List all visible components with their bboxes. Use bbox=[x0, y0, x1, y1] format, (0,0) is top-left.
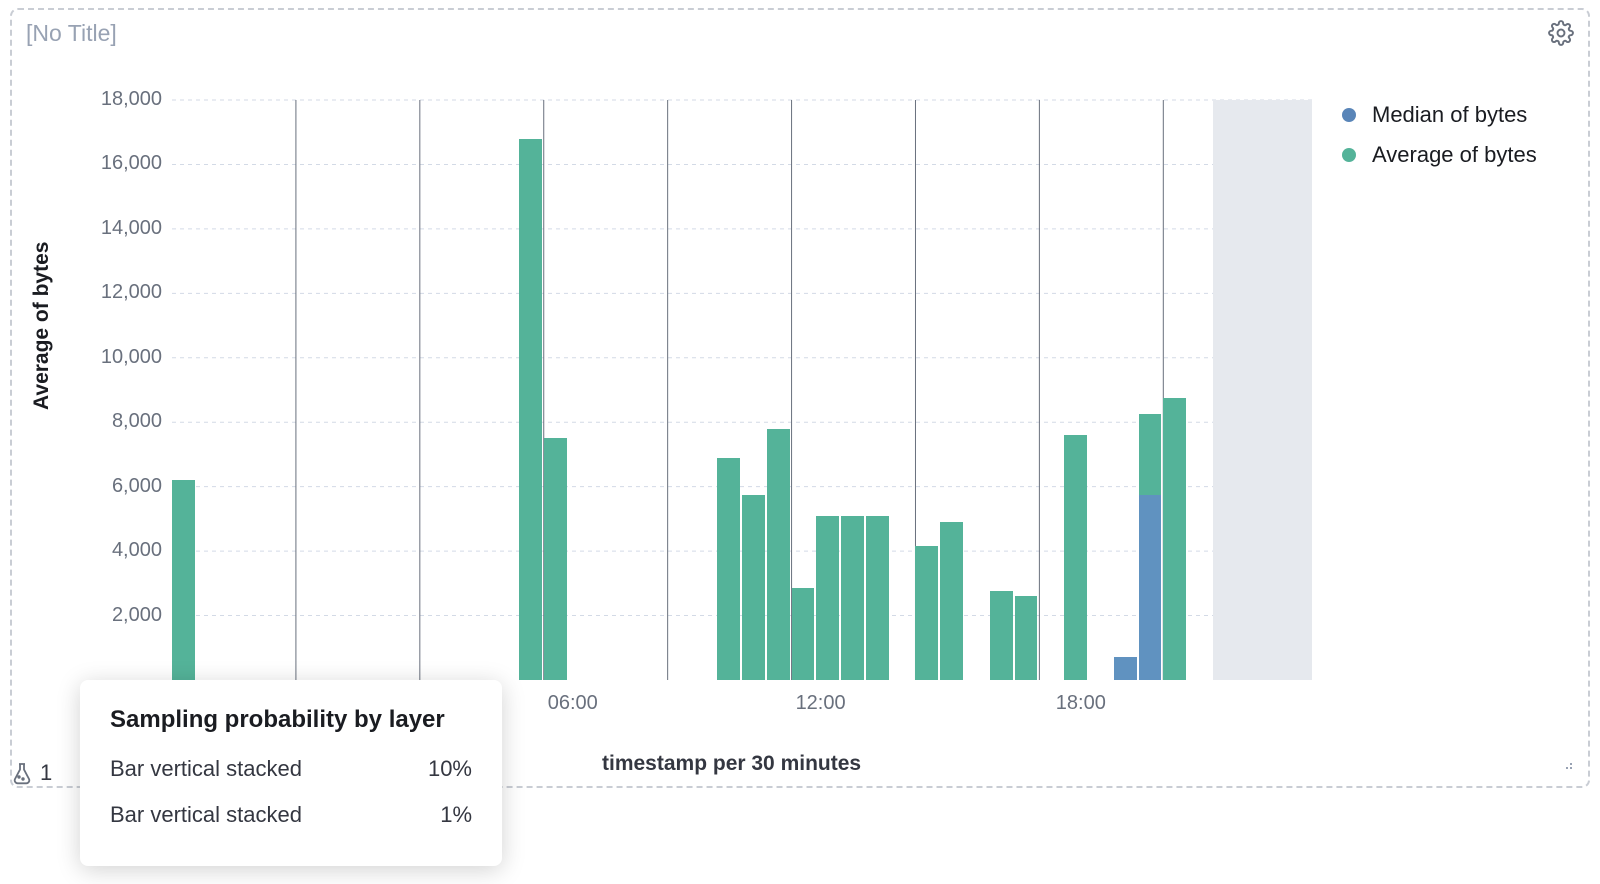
popover-row-label: Bar vertical stacked bbox=[110, 802, 302, 828]
bar-average[interactable] bbox=[742, 495, 765, 680]
gear-icon[interactable] bbox=[1548, 20, 1574, 51]
bar-average[interactable] bbox=[866, 516, 889, 680]
bar-average[interactable] bbox=[990, 591, 1013, 680]
legend-swatch-blue bbox=[1342, 108, 1356, 122]
y-tick: 8,000 bbox=[82, 410, 162, 433]
bar-median[interactable] bbox=[1139, 495, 1162, 680]
y-tick: 4,000 bbox=[82, 539, 162, 562]
y-tick: 2,000 bbox=[82, 604, 162, 627]
popover-title: Sampling probability by layer bbox=[110, 706, 472, 734]
bar-average[interactable] bbox=[519, 139, 542, 680]
chart-legend: Median of bytes Average of bytes bbox=[1342, 102, 1537, 182]
popover-row-value: 1% bbox=[440, 802, 472, 828]
bar-average[interactable] bbox=[841, 516, 864, 680]
beaker-icon bbox=[10, 761, 34, 785]
legend-item-median[interactable]: Median of bytes bbox=[1342, 102, 1537, 128]
bar-average[interactable] bbox=[544, 438, 567, 680]
bar-median[interactable] bbox=[1114, 657, 1137, 680]
bar-average[interactable] bbox=[792, 588, 815, 680]
panel-title: [No Title] bbox=[26, 20, 117, 47]
bar-average[interactable] bbox=[1139, 414, 1162, 495]
x-axis-label: timestamp per 30 minutes bbox=[602, 752, 861, 776]
popover-row: Bar vertical stacked 1% bbox=[110, 802, 472, 828]
chart-end-cap bbox=[1213, 100, 1312, 680]
legend-swatch-green bbox=[1342, 148, 1356, 162]
popover-row-value: 10% bbox=[428, 756, 472, 782]
x-tick: 06:00 bbox=[548, 692, 598, 715]
visualization-panel: [No Title] Average of bytes timestamp pe… bbox=[10, 8, 1590, 788]
bar-average[interactable] bbox=[717, 458, 740, 680]
sampling-badge-count: 1 bbox=[40, 760, 52, 786]
chart-plot-area[interactable] bbox=[172, 100, 1312, 680]
bar-average[interactable] bbox=[1064, 435, 1087, 680]
x-tick: 12:00 bbox=[796, 692, 846, 715]
y-axis-label: Average of bytes bbox=[30, 242, 54, 410]
legend-label: Average of bytes bbox=[1372, 142, 1537, 168]
y-tick: 10,000 bbox=[82, 346, 162, 369]
resize-handle-icon[interactable] bbox=[1558, 755, 1574, 776]
bar-average[interactable] bbox=[1015, 596, 1038, 680]
popover-row: Bar vertical stacked 10% bbox=[110, 756, 472, 782]
y-tick: 14,000 bbox=[82, 217, 162, 240]
bar-average[interactable] bbox=[767, 429, 790, 680]
y-tick: 18,000 bbox=[82, 88, 162, 111]
bar-average[interactable] bbox=[915, 546, 938, 680]
bar-average[interactable] bbox=[1163, 398, 1186, 680]
y-tick: 6,000 bbox=[82, 475, 162, 498]
bar-average[interactable] bbox=[816, 516, 839, 680]
bar-average[interactable] bbox=[172, 480, 195, 680]
popover-row-label: Bar vertical stacked bbox=[110, 756, 302, 782]
sampling-popover: Sampling probability by layer Bar vertic… bbox=[80, 680, 502, 866]
legend-item-average[interactable]: Average of bytes bbox=[1342, 142, 1537, 168]
y-tick: 12,000 bbox=[82, 281, 162, 304]
y-tick: 16,000 bbox=[82, 152, 162, 175]
x-tick: 18:00 bbox=[1056, 692, 1106, 715]
sampling-badge[interactable]: 1 bbox=[10, 760, 52, 786]
bar-average[interactable] bbox=[940, 522, 963, 680]
legend-label: Median of bytes bbox=[1372, 102, 1527, 128]
